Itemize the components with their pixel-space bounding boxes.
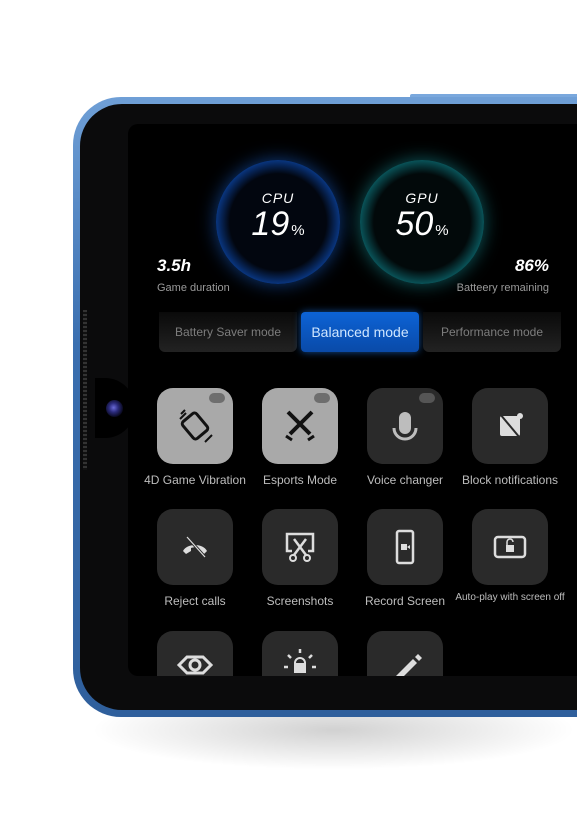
gamepad-badge-icon xyxy=(209,393,225,403)
tile-label: Screenshots xyxy=(266,594,334,608)
tile-pencil[interactable] xyxy=(367,631,443,676)
tile-eye[interactable] xyxy=(157,631,233,676)
reject-call-icon xyxy=(183,535,207,559)
tile-screenshots[interactable] xyxy=(262,509,338,585)
crossed-swords-icon xyxy=(285,410,315,442)
tools-grid: 4D Game Vibration Esports Mode Voice cha… xyxy=(128,124,577,676)
tile-4d-game-vibration[interactable] xyxy=(157,388,233,464)
brightness-lock-icon xyxy=(284,649,316,673)
tile-label: 4D Game Vibration xyxy=(144,473,246,487)
vibration-icon xyxy=(179,409,213,443)
screenshot-scissors-icon xyxy=(285,532,315,562)
block-notification-icon xyxy=(499,413,523,439)
tile-label: Block notifications xyxy=(461,473,559,487)
speaker-grille xyxy=(83,310,87,470)
tile-label: Auto-play with screen off xyxy=(455,592,565,603)
front-camera-icon xyxy=(106,400,123,417)
tile-auto-play-screen-off[interactable] xyxy=(472,509,548,585)
tile-label: Reject calls xyxy=(164,594,226,608)
tile-label: Esports Mode xyxy=(262,473,338,487)
tile-block-notifications[interactable] xyxy=(472,388,548,464)
tile-esports-mode[interactable] xyxy=(262,388,338,464)
pencil-icon xyxy=(396,654,422,676)
record-screen-icon xyxy=(395,529,415,565)
tile-reject-calls[interactable] xyxy=(157,509,233,585)
tile-label: Record Screen xyxy=(364,594,446,608)
screen-lock-icon xyxy=(493,535,527,559)
tile-record-screen[interactable] xyxy=(367,509,443,585)
gamepad-badge-icon xyxy=(314,393,330,403)
tile-brightness-lock[interactable] xyxy=(262,631,338,676)
eye-icon xyxy=(176,655,214,675)
gamepad-badge-icon xyxy=(419,393,435,403)
microphone-icon xyxy=(392,412,418,441)
tile-voice-changer[interactable] xyxy=(367,388,443,464)
tile-label: Voice changer xyxy=(366,473,444,487)
